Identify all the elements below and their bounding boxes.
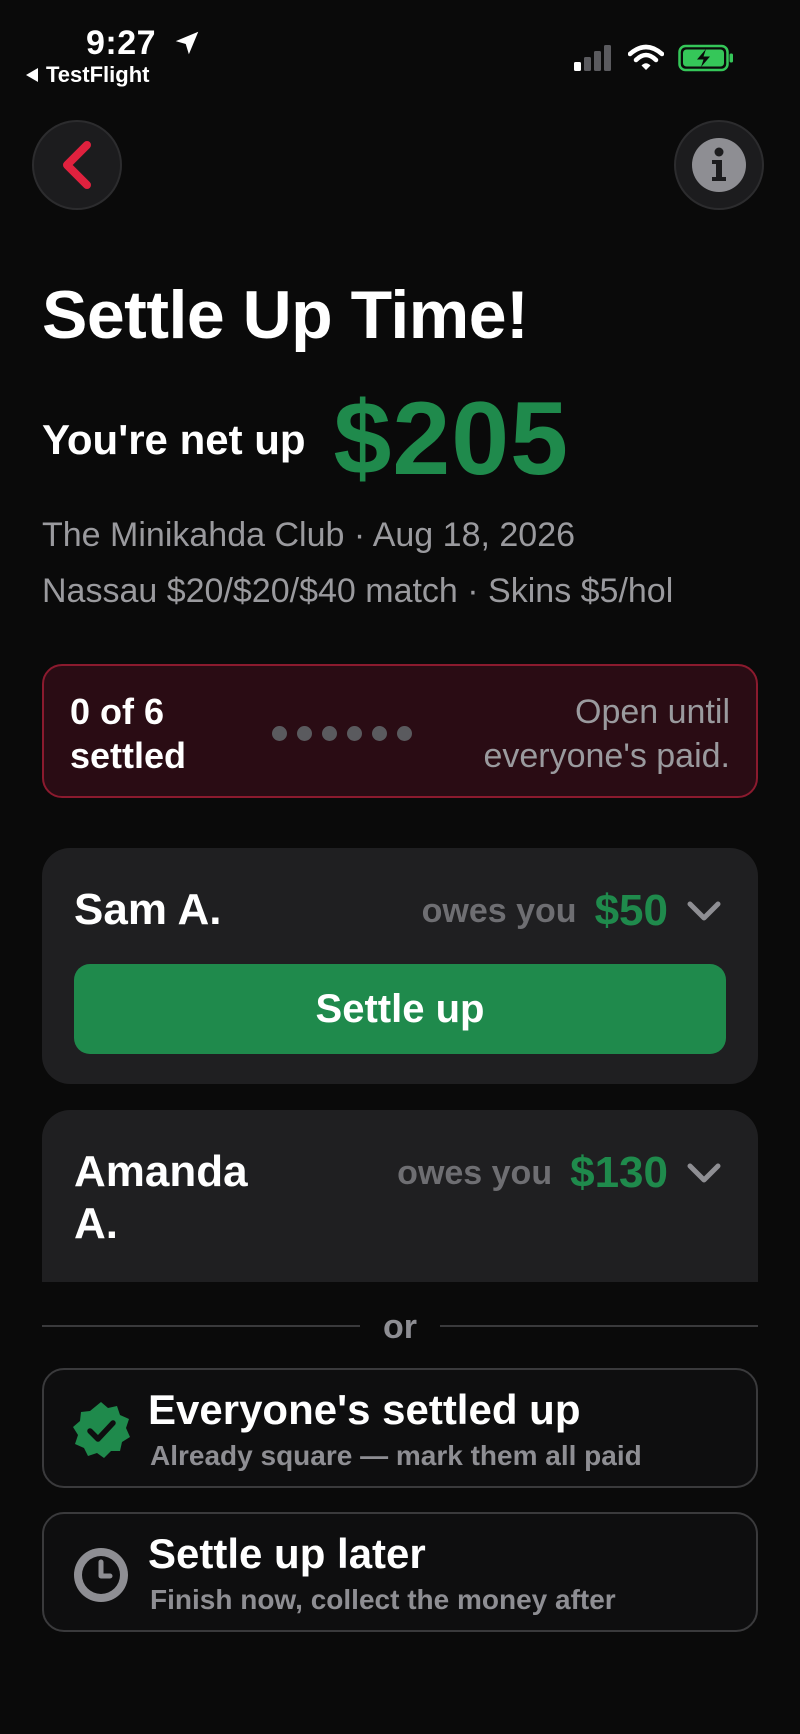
- course-date-line: The Minikahda Club · Aug 18, 2026: [42, 516, 576, 554]
- chevron-left-icon: [63, 141, 91, 189]
- option-title: Everyone's settled up: [148, 1386, 581, 1433]
- progress-dot: [397, 726, 412, 741]
- owes-summary[interactable]: owes you $130: [397, 1148, 722, 1198]
- back-to-app-link[interactable]: TestFlight: [26, 62, 149, 88]
- wifi-icon: [628, 44, 664, 70]
- back-app-label: TestFlight: [46, 62, 150, 87]
- back-triangle-icon: [26, 68, 38, 82]
- chevron-down-icon[interactable]: [686, 1161, 722, 1185]
- back-button[interactable]: [32, 120, 122, 210]
- player-name: Sam A.: [74, 885, 222, 934]
- owes-amount: $50: [594, 886, 668, 935]
- location-arrow-icon: [175, 31, 199, 55]
- net-label: You're net up: [42, 415, 306, 463]
- settle-progress-banner: 0 of 6 settled Open until everyone's pai…: [42, 664, 758, 798]
- progress-dot: [322, 726, 337, 741]
- status-bar: 9:27 TestFlight: [0, 0, 800, 100]
- progress-dot: [272, 726, 287, 741]
- settled-count: 0 of 6 settled: [70, 691, 187, 776]
- player-name: Amanda A.: [74, 1147, 248, 1248]
- owes-summary[interactable]: owes you $50: [422, 886, 722, 936]
- progress-dot: [297, 726, 312, 741]
- net-amount: $205: [333, 381, 569, 497]
- owes-label: owes you: [397, 1153, 553, 1192]
- progress-dot: [347, 726, 362, 741]
- player-card-sam[interactable]: Sam A. owes you $50 Settle up: [42, 848, 758, 1084]
- progress-dots: [272, 726, 412, 741]
- option-subtitle: Finish now, collect the money after: [150, 1584, 616, 1615]
- progress-note: Open until everyone's paid.: [483, 693, 730, 775]
- net-summary: You're net up $205: [42, 380, 569, 499]
- chevron-down-icon[interactable]: [686, 899, 722, 923]
- settle-up-button[interactable]: Settle up: [74, 964, 726, 1054]
- option-subtitle: Already square — mark them all paid: [150, 1440, 642, 1471]
- info-button[interactable]: [674, 120, 764, 210]
- verified-check-icon: [73, 1402, 130, 1458]
- owes-amount: $130: [570, 1148, 668, 1197]
- option-title: Settle up later: [148, 1530, 426, 1577]
- owes-label: owes you: [421, 891, 577, 930]
- page-title: Settle Up Time!: [42, 277, 529, 353]
- settle-later-option[interactable]: Settle up later Finish now, collect the …: [42, 1512, 758, 1632]
- progress-dot: [372, 726, 387, 741]
- info-icon: [692, 138, 746, 192]
- or-label: or: [383, 1308, 417, 1346]
- battery-charging-icon: [678, 44, 733, 72]
- cellular-signal-icon: [574, 45, 611, 71]
- player-card-amanda[interactable]: Amanda A. owes you $130: [42, 1110, 758, 1282]
- everyone-settled-option[interactable]: Everyone's settled up Already square — m…: [42, 1368, 758, 1488]
- or-divider: or: [42, 1308, 758, 1346]
- status-time: 9:27: [86, 24, 157, 62]
- clock-icon: [74, 1548, 128, 1602]
- game-format-line: Nassau $20/$20/$40 match · Skins $5/hol: [42, 572, 674, 610]
